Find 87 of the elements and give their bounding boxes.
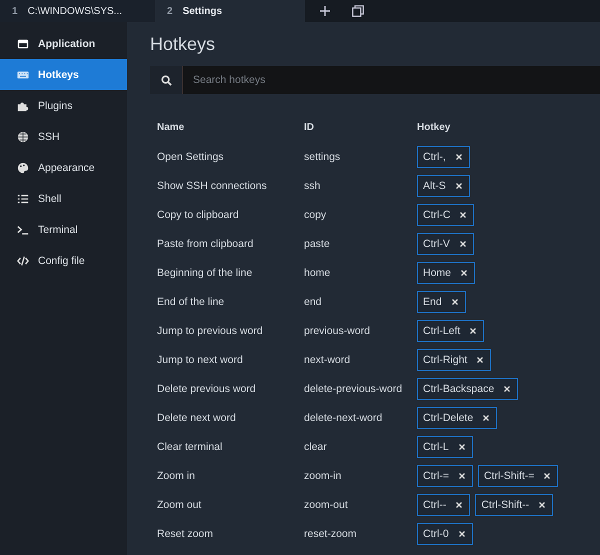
windows-icon[interactable]: [352, 5, 364, 17]
table-cell-text: Copy to clipboard: [157, 208, 240, 220]
column-header: Name: [157, 122, 186, 133]
search-button[interactable]: [150, 66, 183, 94]
close-icon[interactable]: [458, 444, 465, 450]
table-cell-text: end: [304, 296, 323, 308]
column-header: ID: [304, 122, 315, 133]
tab[interactable]: 1 C:\WINDOWS\SYS...: [0, 0, 155, 22]
tab[interactable]: 2 Settings: [155, 0, 305, 22]
close-icon[interactable]: [456, 182, 462, 188]
close-icon[interactable]: [539, 502, 546, 508]
table-cell-text: paste: [304, 238, 331, 250]
palette-icon: [17, 162, 29, 174]
table-cell-text: ssh: [304, 180, 322, 192]
table-cell-text: delete-next-word: [304, 412, 384, 424]
sidebar-item[interactable]: Config file: [0, 245, 127, 276]
hotkey-chip[interactable]: Ctrl--: [417, 494, 470, 516]
sidebar-item[interactable]: Hotkeys: [0, 59, 127, 90]
table-cell-text: copy: [304, 208, 328, 220]
terminal-icon: [17, 224, 29, 236]
close-icon[interactable]: [460, 240, 466, 246]
search-field[interactable]: Search hotkeys: [183, 66, 600, 94]
hotkey-chip[interactable]: Ctrl-,: [417, 146, 470, 168]
window-icon: [17, 38, 29, 50]
page-title: Hotkeys: [150, 34, 216, 56]
hotkey-chip[interactable]: Ctrl-Shift-=: [478, 464, 558, 486]
puzzle-icon: [17, 100, 29, 112]
table-cell-text: Open Settings: [157, 150, 225, 162]
table-cell-text: clear: [304, 440, 328, 452]
hotkey-chip[interactable]: Ctrl-Right: [417, 348, 492, 370]
table-cell-text: zoom-out: [304, 498, 349, 510]
globe-icon: [17, 130, 29, 142]
table-cell-text: End of the line: [157, 296, 226, 308]
sidebar-item[interactable]: Terminal: [0, 214, 127, 245]
table-cell-text: next-word: [304, 354, 352, 366]
list-icon: [17, 192, 29, 204]
table-cell-text: Delete previous word: [157, 382, 257, 394]
close-icon[interactable]: [461, 270, 468, 276]
hotkey-chip[interactable]: Ctrl-Delete: [417, 406, 498, 428]
hotkey-chip[interactable]: Ctrl-0: [417, 522, 473, 544]
table-cell-text: Jump to next word: [157, 354, 244, 366]
column-header: Hotkey: [417, 122, 452, 133]
hotkey-chip[interactable]: Alt-S: [417, 174, 470, 196]
close-icon[interactable]: [477, 356, 484, 362]
hotkey-chip[interactable]: Ctrl-Shift--: [475, 494, 554, 516]
close-icon[interactable]: [458, 472, 465, 478]
close-icon[interactable]: [456, 154, 462, 160]
hotkey-chip[interactable]: Ctrl-Backspace: [417, 378, 518, 400]
hotkey-chip[interactable]: Home: [417, 262, 476, 284]
hotkey-chip[interactable]: Ctrl-Left: [417, 320, 484, 342]
hotkey-chip[interactable]: End: [417, 290, 466, 312]
close-icon[interactable]: [452, 298, 458, 304]
close-icon[interactable]: [456, 502, 462, 508]
table-cell-text: home: [304, 266, 332, 278]
table-cell-text: Zoom out: [157, 498, 202, 510]
keyboard-icon: [17, 68, 29, 80]
table-cell-text: settings: [304, 150, 342, 162]
close-icon[interactable]: [458, 530, 465, 536]
close-icon[interactable]: [460, 212, 466, 218]
table-cell-text: Delete next word: [157, 412, 237, 424]
sidebar-item[interactable]: Plugins: [0, 90, 127, 121]
table-cell-text: Paste from clipboard: [157, 238, 254, 250]
plus-icon[interactable]: [320, 6, 330, 16]
close-icon[interactable]: [544, 472, 550, 478]
table-cell-text: Reset zoom: [157, 528, 214, 540]
close-icon[interactable]: [504, 386, 510, 392]
table-cell-text: zoom-in: [304, 470, 342, 482]
table-cell-text: Zoom in: [157, 470, 196, 482]
table-cell-text: reset-zoom: [304, 528, 358, 540]
hotkey-chip[interactable]: Ctrl-L: [417, 436, 473, 458]
table-cell-text: previous-word: [304, 324, 371, 336]
table-cell-text: delete-previous-word: [304, 382, 404, 394]
sidebar-item[interactable]: Application: [0, 28, 127, 59]
close-icon[interactable]: [470, 328, 476, 334]
code-icon: [17, 254, 29, 266]
table-cell-text: Jump to previous word: [157, 324, 264, 336]
table-cell-text: Beginning of the line: [157, 266, 254, 278]
hotkey-chip[interactable]: Ctrl-V: [417, 232, 474, 254]
table-cell-text: Show SSH connections: [157, 180, 268, 192]
search-icon: [160, 74, 172, 86]
hotkey-chip[interactable]: Ctrl-=: [417, 464, 473, 486]
sidebar-item[interactable]: Shell: [0, 183, 127, 214]
sidebar-item[interactable]: SSH: [0, 121, 127, 152]
hotkey-chip[interactable]: Ctrl-C: [417, 204, 474, 226]
sidebar-item[interactable]: Appearance: [0, 152, 127, 183]
close-icon[interactable]: [483, 414, 490, 420]
table-cell-text: Clear terminal: [157, 440, 224, 452]
